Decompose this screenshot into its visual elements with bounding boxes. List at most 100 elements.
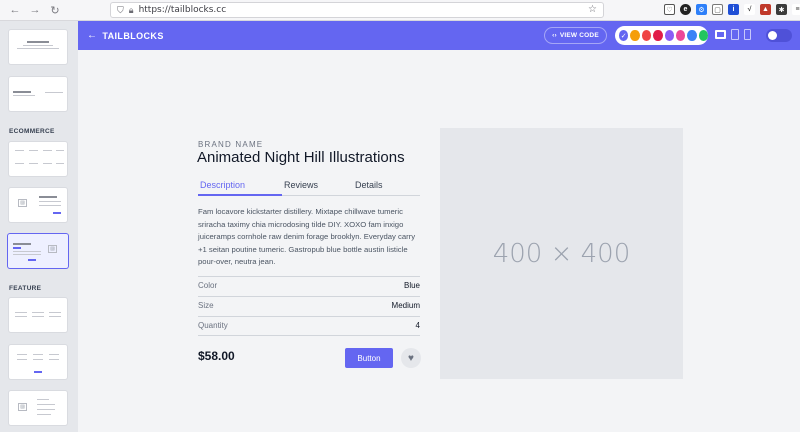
color-green[interactable]	[698, 30, 708, 41]
thumb-line	[56, 163, 64, 164]
thumb-line	[32, 312, 44, 313]
thumb-line	[49, 359, 59, 360]
color-red[interactable]	[641, 30, 652, 41]
thumb-line	[39, 201, 61, 202]
lock-icon: 🔒︎	[128, 4, 134, 15]
thumb-line	[29, 150, 38, 151]
tab-details[interactable]: Details	[355, 180, 383, 190]
thumb-line	[13, 91, 31, 93]
thumb-line	[17, 48, 59, 49]
thumb-line	[39, 205, 61, 206]
spec-label: Quantity	[198, 321, 228, 330]
spec-divider	[198, 335, 420, 336]
brand-link[interactable]: ← TAILBLOCKS	[87, 30, 164, 41]
heart-icon: ♥	[408, 352, 414, 364]
address-bar[interactable]: ⛉ 🔒︎ https://tailblocks.cc ☆	[110, 2, 604, 18]
spec-row-size: Size Medium	[198, 296, 420, 316]
shield-icon: ⛉	[117, 4, 124, 15]
thumb-button	[53, 212, 61, 214]
url-text: https://tailblocks.cc	[138, 5, 227, 15]
pocket-icon[interactable]: ♡	[664, 4, 675, 15]
reload-icon[interactable]: ↻	[48, 3, 62, 17]
color-pink[interactable]	[675, 30, 686, 41]
thumb-line	[45, 92, 63, 93]
sidebar-section-ecommerce: ECOMMERCE	[9, 128, 55, 135]
thumb-line	[17, 359, 27, 360]
desktop-icon[interactable]	[715, 30, 726, 39]
color-indigo-checked[interactable]: ✓	[619, 30, 629, 41]
sidebar-section-feature: FEATURE	[9, 285, 42, 292]
product-brand-name: BRAND NAME	[198, 140, 264, 149]
thumb-line	[56, 150, 64, 151]
extension-gear-icon[interactable]: ⚙	[696, 4, 707, 15]
spec-value: Blue	[403, 281, 420, 290]
code-icon: ‹›	[552, 32, 557, 39]
extension-puzzle-icon[interactable]: ✱	[776, 4, 787, 15]
tab-description[interactable]: Description	[200, 180, 245, 190]
thumb-line	[29, 163, 38, 164]
active-tab-indicator	[198, 194, 282, 196]
spec-row-color: Color Blue	[198, 276, 420, 296]
block-preview	[78, 50, 800, 432]
menu-icon[interactable]: ≡	[792, 4, 800, 15]
extension-v-icon[interactable]: √	[744, 4, 755, 15]
buy-button[interactable]: Button	[345, 348, 393, 368]
extension-box-icon[interactable]: ▢	[712, 4, 723, 15]
thumb-line	[15, 316, 27, 317]
thumb-button	[28, 259, 36, 261]
tab-reviews[interactable]: Reviews	[284, 180, 318, 190]
thumb-line	[23, 45, 53, 46]
color-purple[interactable]	[664, 30, 674, 41]
spec-label: Size	[198, 301, 214, 310]
thumb-line	[33, 359, 43, 360]
favorite-button[interactable]: ♥	[401, 348, 421, 368]
extension-icons: ♡ e ⚙ ▢ i √ ▲ ✱ ≡	[664, 4, 800, 15]
block-thumbnail[interactable]	[9, 30, 67, 64]
thumb-line	[15, 163, 24, 164]
thumb-line	[43, 163, 52, 164]
color-pink-red[interactable]	[653, 30, 663, 41]
image-placeholder-icon: ▨	[18, 403, 27, 411]
bookmark-star-icon[interactable]: ☆	[588, 4, 597, 15]
view-code-button[interactable]: ‹› VIEW CODE	[544, 27, 607, 44]
tablet-icon[interactable]	[731, 29, 739, 40]
block-thumbnail[interactable]	[9, 345, 67, 379]
block-thumbnail[interactable]	[9, 298, 67, 332]
thumb-line	[17, 354, 27, 355]
thumb-line	[33, 354, 43, 355]
thumb-tab	[13, 247, 21, 249]
thumb-line	[49, 316, 61, 317]
thumb-line	[32, 316, 44, 317]
arrow-right-icon[interactable]: →	[28, 3, 42, 17]
thumb-line	[15, 150, 24, 151]
thumb-line	[37, 414, 51, 415]
block-thumbnail[interactable]: ▨	[9, 391, 67, 425]
product-tabs: Description Reviews Details	[198, 177, 420, 196]
thumb-line	[13, 251, 41, 252]
extension-i-icon[interactable]: i	[728, 4, 739, 15]
block-thumbnail-active[interactable]: ▨	[8, 234, 68, 268]
thumb-line	[27, 41, 49, 43]
thumb-line	[13, 254, 41, 255]
extension-red-icon[interactable]: ▲	[760, 4, 771, 15]
thumb-line	[37, 399, 49, 400]
block-thumbnail[interactable]: ▨	[9, 188, 67, 222]
phone-icon[interactable]	[744, 29, 751, 40]
spec-value: 4	[415, 321, 420, 330]
thumb-line	[13, 243, 31, 245]
image-placeholder-icon: ▨	[18, 199, 27, 207]
product-description: Fam locavore kickstarter distillery. Mix…	[198, 207, 416, 266]
color-yellow[interactable]	[630, 30, 640, 41]
block-thumbnail[interactable]	[9, 77, 67, 111]
extension-e-icon[interactable]: e	[680, 4, 691, 15]
block-thumbnail[interactable]	[9, 142, 67, 176]
arrow-left-icon: ←	[87, 30, 98, 41]
thumb-line	[43, 150, 52, 151]
arrow-left-icon[interactable]: ←	[8, 3, 22, 17]
image-placeholder-icon: ▨	[48, 245, 57, 253]
dark-mode-toggle[interactable]	[766, 29, 792, 42]
thumb-line	[37, 409, 55, 410]
thumb-line	[39, 196, 57, 198]
app-header: ← TAILBLOCKS ‹› VIEW CODE ✓	[78, 21, 800, 50]
color-blue[interactable]	[687, 30, 697, 41]
